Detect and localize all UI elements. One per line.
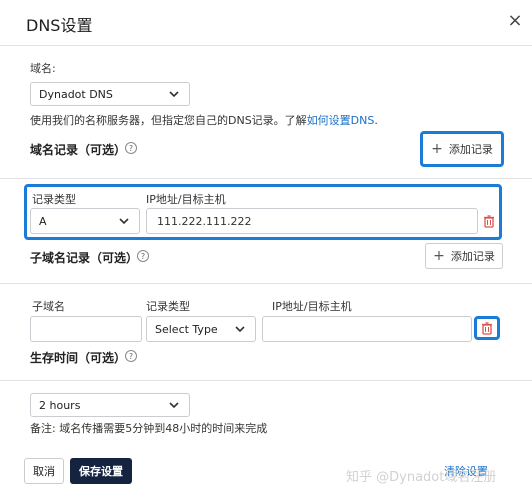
ttl-note: 备注: 域名传播需要5分钟到48小时的时间来完成 [30, 422, 268, 435]
subdomain-records-heading: 子域名记录（可选） [30, 251, 139, 265]
subdomain-ip-input[interactable] [262, 316, 472, 342]
add-subdomain-record-button[interactable]: + 添加记录 [425, 243, 503, 269]
subdomain-label: 子域名 [32, 300, 65, 313]
subdomain-input[interactable] [30, 316, 142, 342]
add-subdomain-record-label: 添加记录 [450, 250, 495, 263]
ttl-value: 2 hours [39, 398, 81, 412]
plus-icon: + [433, 248, 445, 264]
subdomain-ip-label: IP地址/目标主机 [272, 300, 352, 313]
dns-note-suffix: . [374, 114, 378, 127]
record-type-label: 记录类型 [32, 193, 76, 206]
how-to-setup-dns-link[interactable]: 如何设置DNS [307, 114, 375, 127]
domain-label: 域名: [30, 62, 56, 75]
chevron-down-icon [169, 402, 179, 409]
ttl-select[interactable]: 2 hours [30, 393, 190, 417]
trash-icon[interactable] [482, 214, 496, 228]
trash-icon[interactable] [480, 321, 494, 335]
dns-note: 使用我们的名称服务器，但指定您自己的DNS记录。了解如何设置DNS. [30, 112, 378, 128]
chevron-down-icon [235, 326, 245, 333]
plus-icon: + [431, 141, 443, 157]
close-icon[interactable]: × [504, 10, 526, 32]
chevron-down-icon [119, 218, 129, 225]
dns-type-value: Dynadot DNS [39, 87, 113, 101]
cancel-button[interactable]: 取消 [24, 458, 64, 484]
help-icon[interactable]: ? [125, 350, 137, 362]
help-icon[interactable]: ? [125, 142, 137, 154]
add-domain-record-button[interactable]: + 添加记录 [424, 135, 500, 163]
ttl-heading: 生存时间（可选） [30, 351, 127, 365]
add-domain-record-label: 添加记录 [448, 143, 493, 156]
help-icon[interactable]: ? [137, 250, 149, 262]
subdomain-record-type-label: 记录类型 [146, 300, 190, 313]
chevron-down-icon [169, 91, 179, 98]
divider [0, 178, 532, 179]
modal-title: DNS设置 [26, 16, 93, 35]
subdomain-record-type-value: Select Type [155, 322, 218, 336]
divider [0, 283, 532, 284]
dns-note-text: 使用我们的名称服务器，但指定您自己的DNS记录。了解 [30, 114, 307, 127]
dns-type-select[interactable]: Dynadot DNS [30, 82, 190, 106]
save-settings-button[interactable]: 保存设置 [70, 458, 132, 484]
watermark: 知乎 @Dynadot域名注册 [346, 470, 497, 485]
divider [0, 380, 532, 381]
ip-input[interactable]: 111.222.111.222 [146, 208, 478, 234]
subdomain-record-type-select[interactable]: Select Type [146, 316, 256, 342]
ip-label: IP地址/目标主机 [146, 193, 226, 206]
domain-records-heading: 域名记录（可选） [30, 143, 127, 157]
record-type-select[interactable]: A [30, 208, 140, 234]
record-type-value: A [39, 214, 47, 228]
